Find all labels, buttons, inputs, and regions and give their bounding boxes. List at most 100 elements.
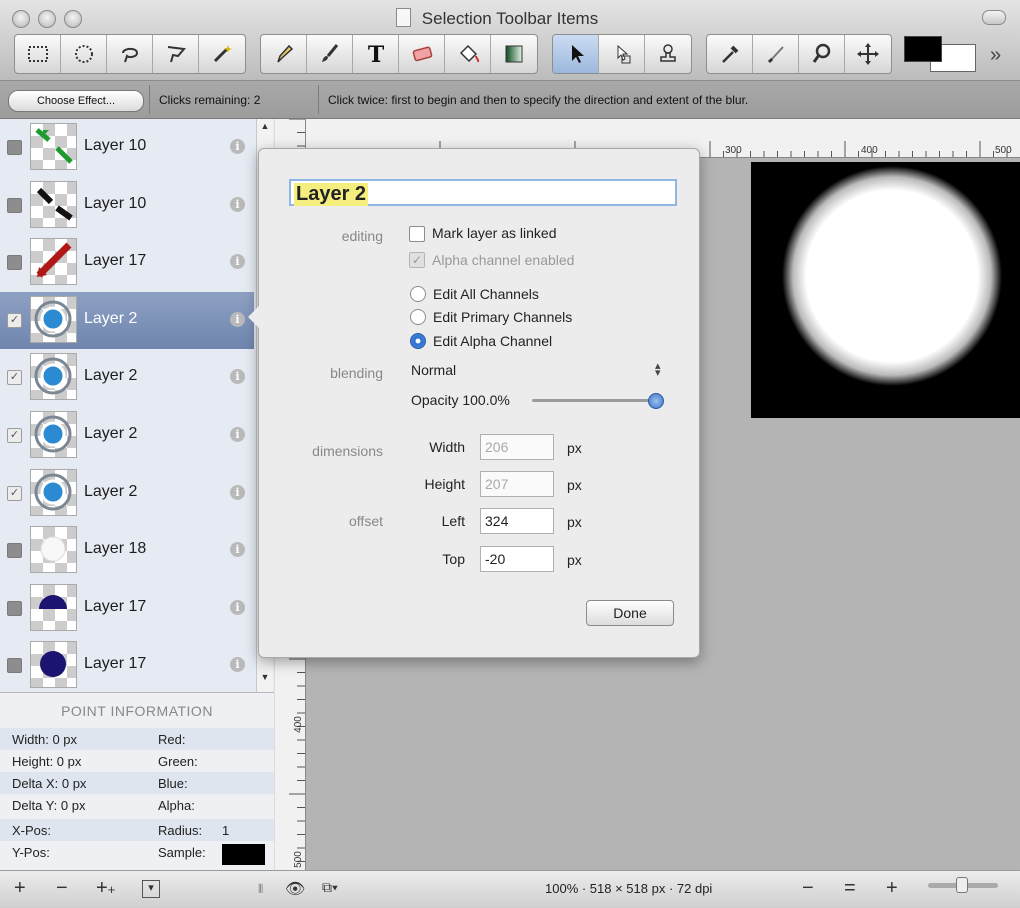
blend-mode-stepper-icon[interactable]: ▴ ▾ xyxy=(655,361,661,379)
smudge-icon[interactable] xyxy=(753,35,799,73)
remove-layer-button[interactable]: − xyxy=(56,877,68,900)
edit-all-channels-label[interactable]: Edit All Channels xyxy=(433,286,539,302)
info-icon[interactable]: i xyxy=(230,427,245,442)
blend-mode-popup[interactable]: Normal xyxy=(411,362,456,378)
info-icon[interactable]: i xyxy=(230,139,245,154)
layer-visibility-checkbox[interactable]: ✓ xyxy=(7,485,22,501)
gradient-icon[interactable] xyxy=(491,35,537,73)
stamp-icon[interactable] xyxy=(645,35,691,73)
zoom-icon[interactable] xyxy=(799,35,845,73)
edit-alpha-channel-radio[interactable] xyxy=(410,333,426,349)
layer-menu-button[interactable]: ▾ xyxy=(142,880,160,898)
layer-thumbnail xyxy=(30,295,77,343)
layer-visibility-checkbox[interactable] xyxy=(7,658,22,674)
layer-row[interactable]: Layer 10 i xyxy=(0,177,254,234)
layer-visibility-checkbox[interactable] xyxy=(7,197,22,213)
pencil-icon[interactable] xyxy=(261,35,307,73)
layer-visibility-checkbox[interactable] xyxy=(7,600,22,616)
opacity-slider-knob[interactable] xyxy=(648,393,664,409)
toolbar-overflow-icon[interactable]: » xyxy=(990,44,1001,67)
layer-row[interactable]: Layer 10 i xyxy=(0,119,254,176)
pi-radius: Radius: xyxy=(158,823,203,838)
color-swatch[interactable] xyxy=(904,36,976,72)
layer-name[interactable]: Layer 17 xyxy=(84,598,146,616)
layer-name[interactable]: Layer 2 xyxy=(84,483,137,501)
layer-row[interactable]: Layer 17 i xyxy=(0,234,254,291)
edit-primary-channels-radio[interactable] xyxy=(410,309,426,325)
layer-visibility-checkbox[interactable]: ✓ xyxy=(7,312,22,328)
zoom-fit-button[interactable]: = xyxy=(844,877,856,900)
pointer-icon[interactable] xyxy=(553,35,599,73)
layer-thumbnail xyxy=(30,583,77,631)
layer-name[interactable]: Layer 18 xyxy=(84,540,146,558)
layer-row[interactable]: Layer 17 i xyxy=(0,637,254,692)
layer-name-field[interactable]: Layer 2 xyxy=(289,179,677,206)
layer-visibility-checkbox[interactable] xyxy=(7,543,22,559)
eye-icon[interactable]: 👁 xyxy=(285,879,305,899)
zoom-in-button[interactable]: + xyxy=(886,877,898,900)
layer-row[interactable]: ✓ Layer 2 i xyxy=(0,407,254,464)
info-icon[interactable]: i xyxy=(230,369,245,385)
paint-bucket-icon[interactable] xyxy=(445,35,491,73)
layer-visibility-checkbox[interactable]: ✓ xyxy=(7,370,22,386)
layer-name[interactable]: Layer 17 xyxy=(84,655,146,673)
sample-color-well[interactable] xyxy=(222,844,265,865)
layer-name[interactable]: Layer 2 xyxy=(84,310,137,328)
add-layer-button[interactable]: + xyxy=(14,877,26,900)
info-icon[interactable]: i xyxy=(230,254,245,270)
info-icon[interactable]: i xyxy=(230,311,245,327)
info-icon[interactable]: i xyxy=(230,542,245,558)
view-options-icon[interactable]: ⧉▾ xyxy=(322,879,338,896)
zoom-slider[interactable] xyxy=(928,877,998,893)
rect-select-icon[interactable] xyxy=(15,35,61,73)
opacity-slider-track[interactable] xyxy=(532,399,658,402)
done-button[interactable]: Done xyxy=(586,600,674,626)
layer-name[interactable]: Layer 2 xyxy=(84,367,137,385)
edit-all-channels-radio[interactable] xyxy=(410,286,426,302)
mark-linked-checkbox[interactable] xyxy=(409,226,425,242)
layer-row[interactable]: Layer 18 i xyxy=(0,522,254,579)
move-icon[interactable] xyxy=(845,35,891,73)
polygon-lasso-icon[interactable] xyxy=(153,35,199,73)
edit-primary-channels-label[interactable]: Edit Primary Channels xyxy=(433,309,572,325)
toolbar-toggle-button[interactable] xyxy=(982,10,1006,25)
info-icon[interactable]: i xyxy=(230,599,245,615)
layer-row[interactable]: ✓ Layer 2 i xyxy=(0,465,254,522)
top-offset-field[interactable]: -20 xyxy=(480,546,554,572)
info-icon[interactable]: i xyxy=(230,657,245,673)
layer-name[interactable]: Layer 2 xyxy=(84,425,137,443)
zoom-out-button[interactable]: − xyxy=(802,877,814,900)
layer-visibility-checkbox[interactable]: ✓ xyxy=(7,428,22,443)
layer-row[interactable]: Layer 17 i xyxy=(0,580,254,637)
edit-alpha-channel-label[interactable]: Edit Alpha Channel xyxy=(433,333,552,349)
info-icon[interactable]: i xyxy=(230,196,245,212)
scroll-up-icon[interactable]: ▲ xyxy=(257,121,273,135)
ellipse-select-icon[interactable] xyxy=(61,35,107,73)
panel-resize-handle-icon[interactable]: ⦀ xyxy=(258,882,263,897)
mark-linked-label[interactable]: Mark layer as linked xyxy=(432,225,557,241)
foreground-color-swatch[interactable] xyxy=(904,36,942,62)
layer-row[interactable]: ✓ Layer 2 i xyxy=(0,349,254,406)
layer-row[interactable]: ✓ Layer 2 i xyxy=(0,291,254,349)
layer-name[interactable]: Layer 17 xyxy=(84,252,146,270)
layer-name[interactable]: Layer 10 xyxy=(84,137,146,155)
left-offset-field[interactable]: 324 xyxy=(480,508,554,534)
scroll-down-icon[interactable]: ▼ xyxy=(257,672,273,686)
choose-effect-button[interactable]: Choose Effect... xyxy=(8,90,144,112)
info-icon[interactable]: i xyxy=(230,484,245,500)
pi-radius-value[interactable]: 1 xyxy=(222,823,229,838)
add-layer-group-button[interactable]: ++ xyxy=(96,877,115,900)
zoom-slider-knob[interactable] xyxy=(956,877,968,893)
layer-visibility-checkbox[interactable] xyxy=(7,140,22,155)
document-canvas[interactable] xyxy=(751,162,1020,418)
lasso-icon[interactable] xyxy=(107,35,153,73)
layer-name-text[interactable]: Layer 2 xyxy=(294,183,369,206)
layer-name[interactable]: Layer 10 xyxy=(84,195,146,213)
magic-wand-icon[interactable] xyxy=(199,35,245,73)
brush-icon[interactable] xyxy=(307,35,353,73)
eraser-icon[interactable] xyxy=(399,35,445,73)
text-icon[interactable]: T xyxy=(353,35,399,73)
eyedropper-icon[interactable] xyxy=(707,35,753,73)
clone-icon[interactable] xyxy=(599,35,645,73)
layer-visibility-checkbox[interactable] xyxy=(7,255,22,271)
